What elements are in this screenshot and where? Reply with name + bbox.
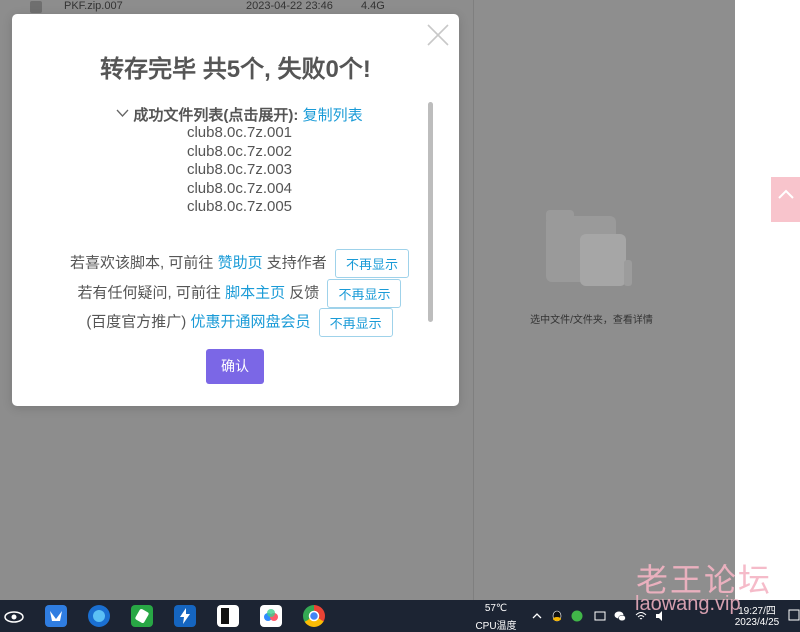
scroll-top-button[interactable] bbox=[771, 177, 800, 222]
browser-app-icon[interactable] bbox=[88, 605, 110, 627]
file-list-toggle[interactable]: 成功文件列表(点击展开): bbox=[133, 107, 298, 124]
right-panel bbox=[735, 0, 800, 600]
success-file-list: club8.0c.7z.001 club8.0c.7z.002 club8.0c… bbox=[52, 124, 427, 217]
watermark-url: laowang.vip bbox=[635, 593, 741, 615]
promo-text: 支持作者 bbox=[266, 254, 327, 272]
dismiss-sponsor-button[interactable]: 不再显示 bbox=[334, 249, 409, 278]
dialog-scrollbar[interactable] bbox=[428, 102, 433, 322]
confirm-button[interactable]: 确认 bbox=[206, 349, 264, 384]
promo-text: 反馈 bbox=[289, 284, 320, 302]
detail-hint: 选中文件/文件夹，查看详情 bbox=[530, 315, 653, 326]
folder-icon bbox=[546, 210, 632, 288]
dismiss-homepage-button[interactable]: 不再显示 bbox=[327, 279, 402, 308]
notes-app-icon[interactable] bbox=[131, 605, 153, 627]
detail-pane bbox=[474, 0, 735, 600]
membership-promo: (百度官方推广) 优惠开通网盘会员 不再显示 bbox=[52, 308, 427, 337]
chrome-icon[interactable] bbox=[303, 605, 325, 627]
copy-list-link[interactable]: 复制列表 bbox=[303, 107, 363, 124]
transfer-result-dialog: 转存完毕 共5个, 失败0个! 成功文件列表(点击展开): 复制列表 club8… bbox=[12, 14, 459, 406]
list-item: club8.0c.7z.002 bbox=[186, 142, 293, 160]
list-item: club8.0c.7z.003 bbox=[186, 161, 293, 178]
360-security-icon[interactable] bbox=[571, 610, 583, 622]
thunder-app-icon[interactable] bbox=[174, 605, 196, 627]
chevron-up-icon[interactable] bbox=[531, 610, 543, 622]
baidu-netdisk-icon[interactable] bbox=[260, 605, 282, 627]
dismiss-membership-button[interactable]: 不再显示 bbox=[318, 308, 393, 337]
clock-date[interactable]: 2023/4/25 bbox=[727, 617, 787, 628]
dialog-title: 转存完毕 共5个, 失败0个! bbox=[100, 56, 371, 83]
script-homepage-link[interactable]: 脚本主页 bbox=[225, 284, 285, 301]
file-name: PKF.zip.007 bbox=[64, 0, 123, 12]
chevron-up-icon bbox=[778, 189, 794, 199]
feishu-app-icon[interactable] bbox=[45, 605, 67, 627]
chevron-down-icon bbox=[116, 109, 129, 117]
file-date: 2023-04-22 23:46 bbox=[246, 0, 333, 12]
file-size: 4.4G bbox=[361, 0, 385, 12]
list-item: club8.0c.7z.001 bbox=[186, 124, 293, 141]
list-item: club8.0c.7z.004 bbox=[186, 179, 293, 197]
membership-link[interactable]: 优惠开通网盘会员 bbox=[190, 313, 310, 330]
file-row[interactable]: PKF.zip.007 2023-04-22 23:46 4.4G bbox=[0, 0, 473, 14]
file-icon bbox=[30, 1, 42, 13]
monitor-icon[interactable] bbox=[594, 610, 606, 622]
list-item: club8.0c.7z.005 bbox=[186, 198, 293, 215]
sponsor-promo: 若喜欢该脚本, 可前往 赞助页 支持作者 不再显示 bbox=[52, 249, 427, 278]
result-scroll-area: 成功文件列表(点击展开): 复制列表 club8.0c.7z.001 club8… bbox=[52, 102, 427, 337]
cpu-temperature-label: CPU温度 bbox=[475, 621, 517, 632]
promo-text: 若有任何疑问, 可前往 bbox=[77, 284, 221, 302]
file-list-header[interactable]: 成功文件列表(点击展开): 复制列表 bbox=[52, 104, 427, 125]
promo-text: (百度官方推广) bbox=[86, 313, 187, 331]
cpu-temperature: 57℃ bbox=[484, 603, 508, 614]
notification-icon[interactable] bbox=[788, 609, 800, 621]
media-app-icon[interactable] bbox=[217, 605, 239, 627]
wechat-icon[interactable] bbox=[614, 610, 626, 622]
eye-icon[interactable] bbox=[3, 605, 25, 627]
close-button[interactable] bbox=[425, 22, 451, 48]
homepage-promo: 若有任何疑问, 可前往 脚本主页 反馈 不再显示 bbox=[52, 279, 427, 308]
close-icon bbox=[427, 24, 449, 46]
qq-icon[interactable] bbox=[551, 610, 563, 622]
sponsor-link[interactable]: 赞助页 bbox=[218, 254, 263, 271]
promo-text: 若喜欢该脚本, 可前往 bbox=[70, 254, 214, 272]
